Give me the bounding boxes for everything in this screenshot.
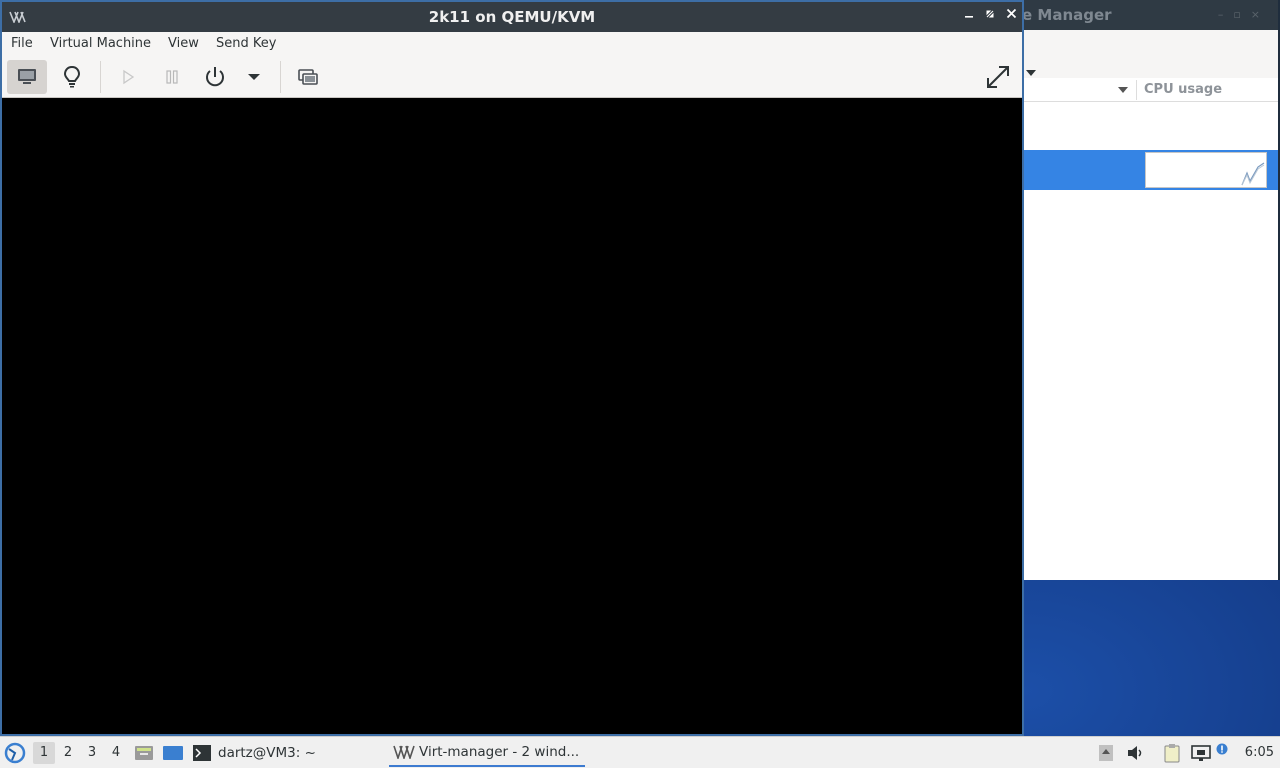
menu-virtual-machine[interactable]: Virtual Machine <box>50 36 151 51</box>
virt-manager-titlebar[interactable]: e Manager –▫× <box>1022 0 1278 30</box>
clipboard-icon <box>1164 744 1180 763</box>
volume-control[interactable] <box>1126 737 1146 768</box>
notification-tray[interactable] <box>1216 737 1232 768</box>
virt-manager-main-window: e Manager –▫× CPU usage <box>1022 0 1280 580</box>
virt-manager-title: e Manager <box>1022 6 1112 24</box>
task-terminal-label: dartz@VM3: ~ <box>218 745 316 761</box>
maximize-icon[interactable] <box>981 7 999 25</box>
vm-list-header: CPU usage <box>1022 78 1278 102</box>
minimize-icon[interactable] <box>960 7 978 25</box>
clipboard-tray[interactable] <box>1162 737 1184 768</box>
fullscreen-button[interactable] <box>978 60 1018 94</box>
column-separator <box>1136 80 1137 100</box>
toolbar-separator <box>280 61 281 93</box>
file-manager-icon <box>135 746 153 760</box>
desktop-icon <box>163 746 183 760</box>
shutdown-button[interactable] <box>195 60 235 94</box>
toolbar-separator <box>100 61 101 93</box>
cpu-usage-graph <box>1145 152 1267 188</box>
menu-view[interactable]: View <box>168 36 199 51</box>
console-button[interactable] <box>7 60 47 94</box>
shutdown-menu-button[interactable] <box>234 60 274 94</box>
workspace-1[interactable]: 1 <box>33 742 55 764</box>
cpu-usage-column-header[interactable]: CPU usage <box>1144 82 1222 97</box>
lightbulb-icon <box>63 65 81 88</box>
vm-console-display[interactable] <box>2 98 1022 734</box>
task-virt-manager-label: Virt-manager - 2 wind... <box>419 744 580 760</box>
taskbar: 1 2 3 4 dartz@VM3: ~ Virt-manager - 2 wi… <box>0 736 1280 768</box>
play-icon <box>123 69 135 85</box>
file-manager-launcher[interactable] <box>134 737 154 768</box>
terminal-icon <box>193 745 211 761</box>
snapshots-icon <box>298 69 318 85</box>
info-icon <box>1216 743 1228 755</box>
vm-toolbar <box>2 56 1022 98</box>
vm-list-row-selected[interactable] <box>1022 150 1278 190</box>
task-virt-manager[interactable]: Virt-manager - 2 wind... <box>389 739 585 767</box>
workspace-4[interactable]: 4 <box>105 742 127 764</box>
window-title: 2k11 on QEMU/KVM <box>428 8 596 26</box>
power-icon <box>206 67 224 87</box>
monitor-icon <box>18 69 36 84</box>
virt-manager-window-buttons[interactable]: –▫× <box>1218 8 1270 21</box>
virt-manager-icon <box>393 745 415 759</box>
speaker-icon <box>1128 746 1142 760</box>
task-terminal[interactable]: dartz@VM3: ~ <box>192 739 382 767</box>
tray-expand[interactable] <box>1098 737 1116 768</box>
column-sort-dropdown-icon[interactable] <box>1118 87 1128 93</box>
vm-titlebar[interactable]: 2k11 on QEMU/KVM <box>2 2 1022 32</box>
chevron-down-icon <box>248 74 260 80</box>
details-button[interactable] <box>52 60 92 94</box>
start-menu-button[interactable] <box>4 737 28 768</box>
workspace-2[interactable]: 2 <box>57 742 79 764</box>
vm-viewer-window: 2k11 on QEMU/KVM File Virtual Machine Vi… <box>0 0 1024 736</box>
cpu-sparkline-icon <box>1241 162 1265 186</box>
chevron-down-icon[interactable] <box>1026 70 1036 76</box>
tray-up-arrow-icon <box>1099 745 1113 761</box>
workspace-3[interactable]: 3 <box>81 742 103 764</box>
snapshots-button[interactable] <box>288 60 328 94</box>
menu-send-key[interactable]: Send Key <box>216 36 276 51</box>
fullscreen-icon <box>987 66 1009 88</box>
show-desktop-button[interactable] <box>162 737 184 768</box>
network-tray[interactable] <box>1190 737 1212 768</box>
close-icon[interactable] <box>1002 7 1020 25</box>
pause-button[interactable] <box>152 60 192 94</box>
lxqt-logo-icon <box>4 742 26 764</box>
network-wired-icon <box>1191 745 1211 761</box>
clock[interactable]: 6:05 <box>1245 745 1274 760</box>
pause-icon <box>166 70 178 84</box>
menu-file[interactable]: File <box>11 36 33 51</box>
run-button[interactable] <box>108 60 148 94</box>
menubar: File Virtual Machine View Send Key <box>2 32 1022 56</box>
